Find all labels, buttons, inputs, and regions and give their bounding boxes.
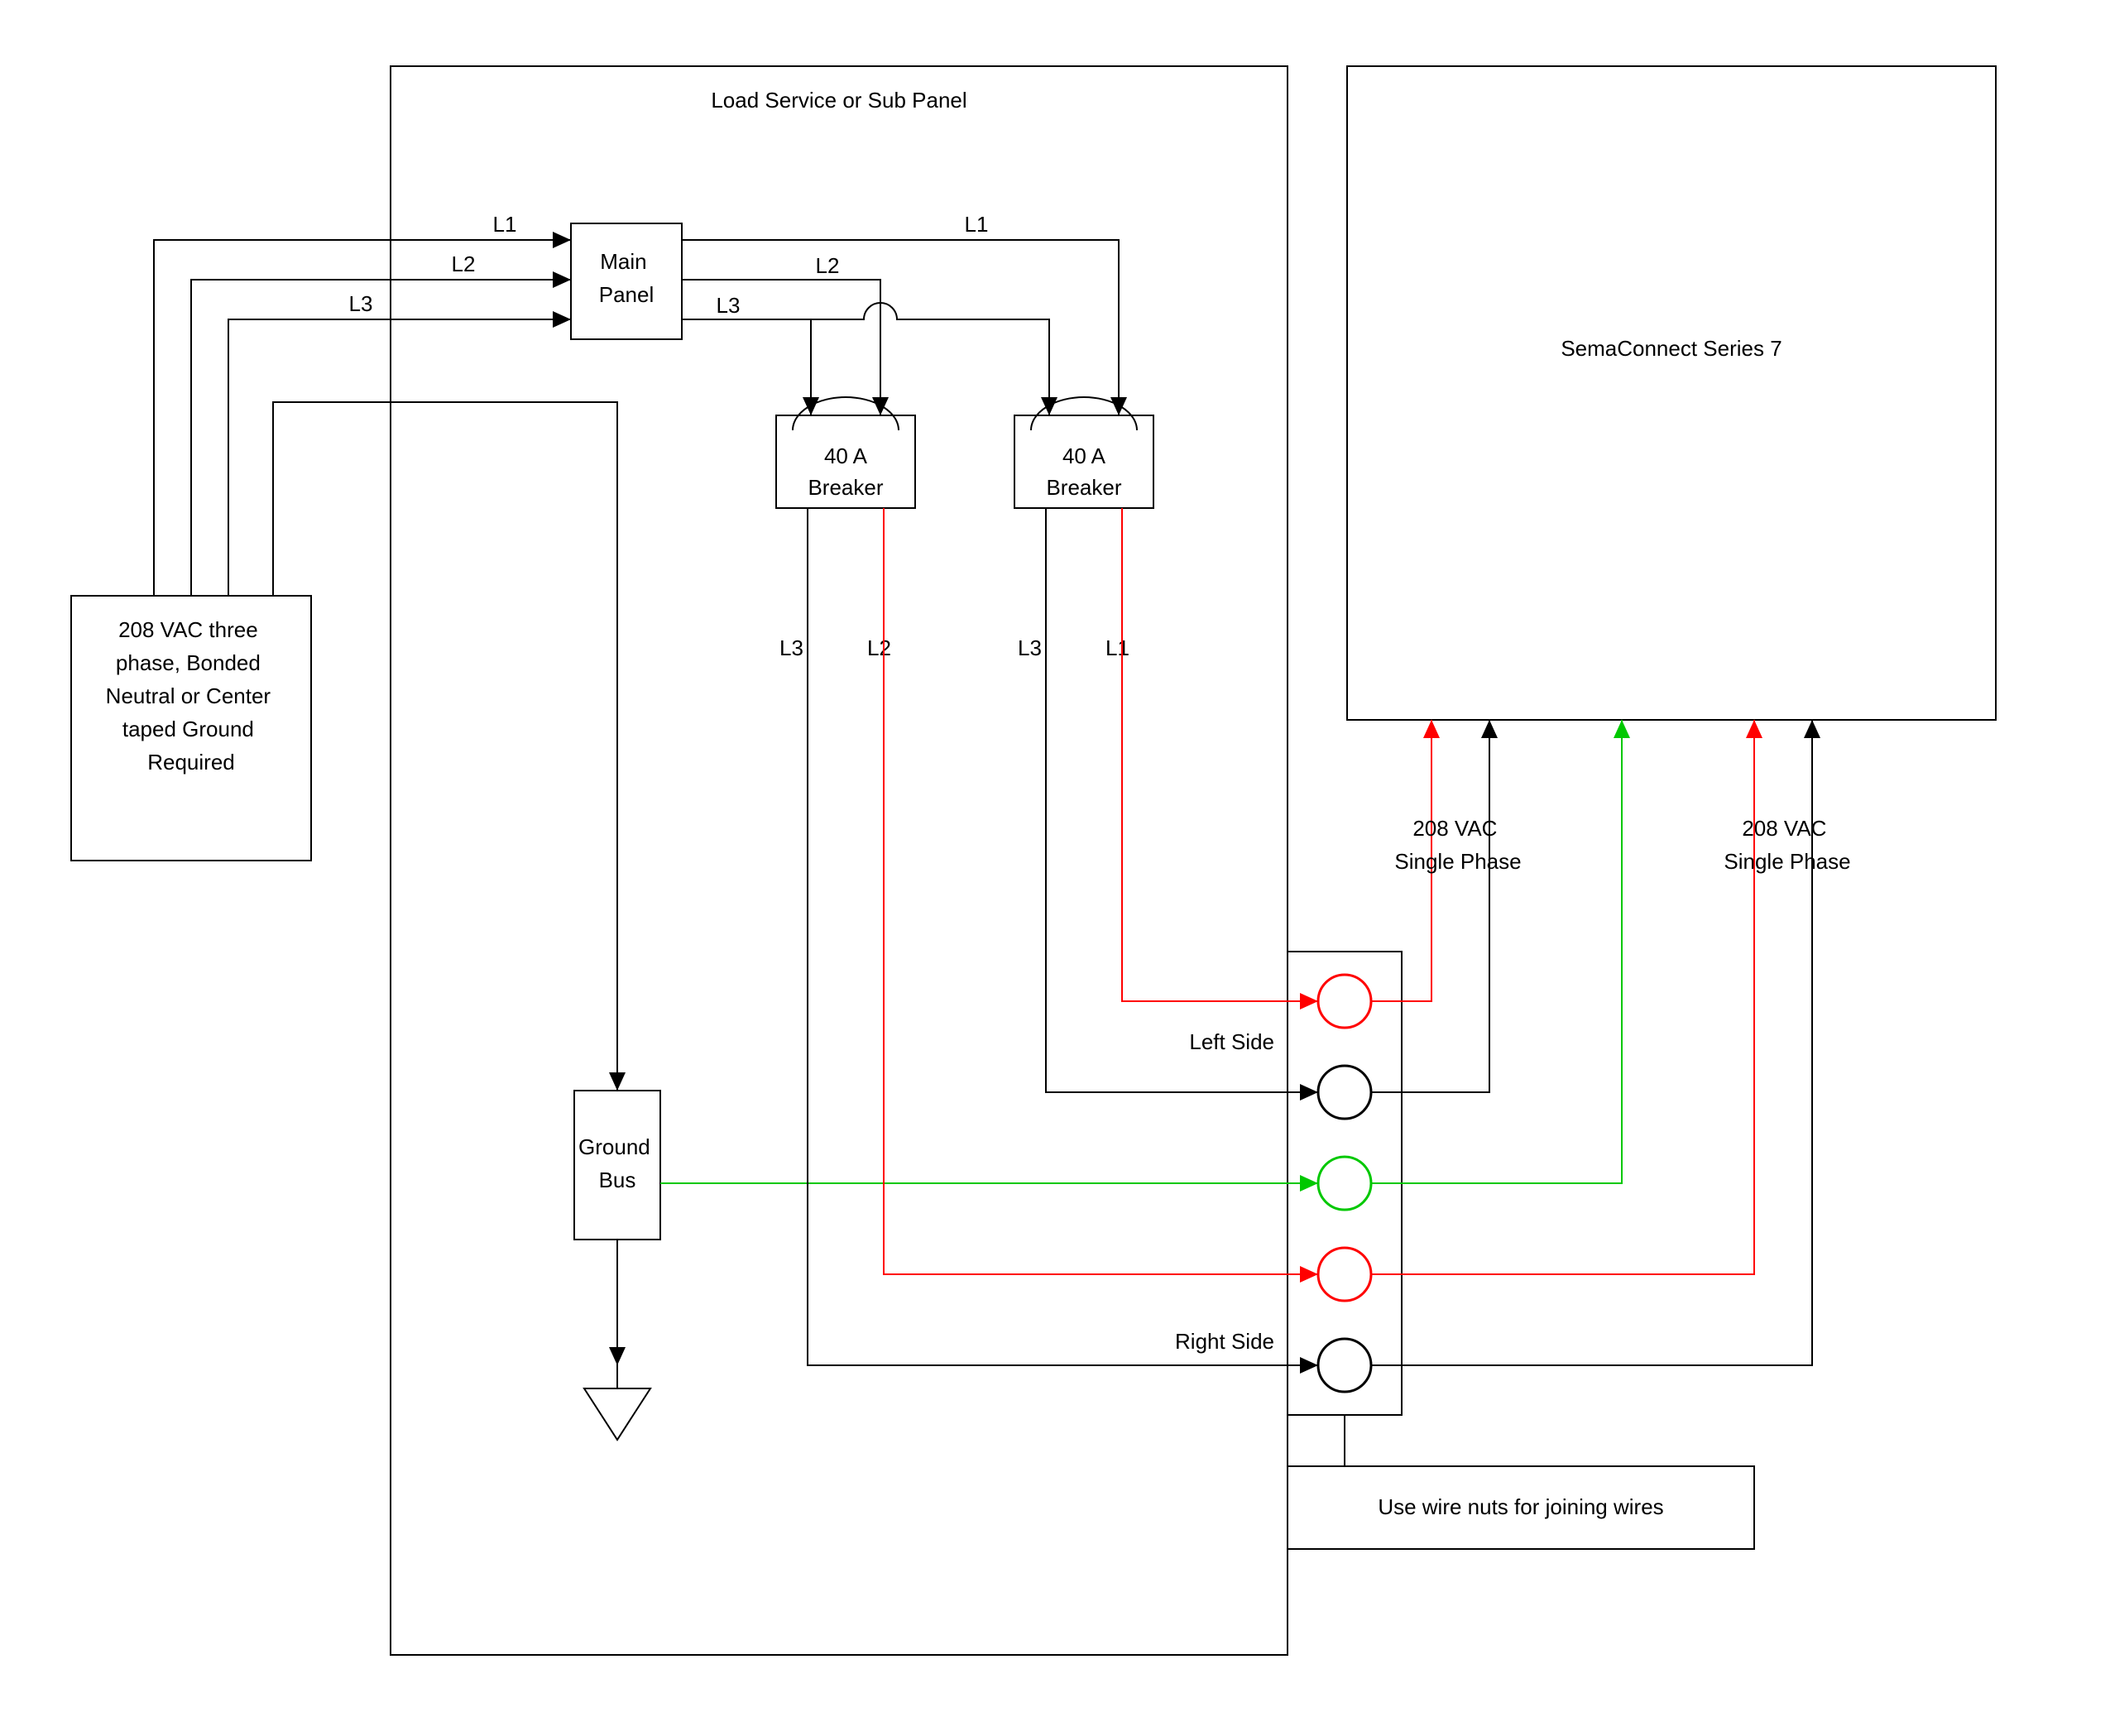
wire-L1-to-t1 xyxy=(1122,612,1318,1001)
b2-L1: L1 xyxy=(1105,635,1129,660)
wire-L2-out xyxy=(682,280,880,415)
breaker-1-line2: Breaker xyxy=(808,475,883,500)
ground-bus-box xyxy=(574,1091,660,1240)
wire-nuts-text: Use wire nuts for joining wires xyxy=(1378,1494,1663,1519)
terminal-4-red xyxy=(1318,1248,1371,1301)
wire-L3-out-b1 xyxy=(682,319,811,415)
source-box-text: 208 VAC three phase, Bonded Neutral or C… xyxy=(106,617,277,774)
terminal-5-black xyxy=(1318,1339,1371,1392)
breaker-2-line1: 40 A xyxy=(1062,444,1106,468)
label-L3-in: L3 xyxy=(349,291,373,316)
panel-title: Load Service or Sub Panel xyxy=(711,88,966,113)
wire-t3-up xyxy=(1371,720,1622,1183)
wire-L2-in xyxy=(191,280,571,596)
main-panel-box xyxy=(571,223,682,339)
device-title: SemaConnect Series 7 xyxy=(1561,336,1782,361)
terminal-3-green xyxy=(1318,1157,1371,1210)
sub-panel-box xyxy=(391,66,1288,1655)
wire-L2-to-t4 xyxy=(884,612,1318,1274)
main-panel-label: Main Panel xyxy=(599,249,655,307)
ground-bus-label: Ground Bus xyxy=(578,1134,656,1192)
wire-L3b2-to-t2 xyxy=(1046,612,1318,1092)
right-side-label: Right Side xyxy=(1175,1329,1274,1354)
label-L1-in: L1 xyxy=(493,212,517,237)
left-side-label: Left Side xyxy=(1189,1029,1274,1054)
wire-to-ground-bus xyxy=(273,402,617,1091)
terminal-2-black xyxy=(1318,1066,1371,1119)
b1-L3: L3 xyxy=(779,635,803,660)
wire-L3-in xyxy=(228,319,571,596)
vac-right: 208 VAC Single Phase xyxy=(1724,816,1850,874)
label-L2-in: L2 xyxy=(452,252,476,276)
label-L1-out: L1 xyxy=(965,212,989,237)
b2-L3: L3 xyxy=(1018,635,1042,660)
breaker-1-line1: 40 A xyxy=(824,444,868,468)
wire-t4-up xyxy=(1371,720,1754,1274)
wire-t2-up xyxy=(1371,720,1489,1092)
terminal-1-red xyxy=(1318,975,1371,1028)
label-L3-out: L3 xyxy=(717,293,741,318)
wire-L1-out xyxy=(682,240,1119,415)
b1-L2: L2 xyxy=(867,635,891,660)
wiring-diagram: Load Service or Sub Panel 208 VAC three … xyxy=(0,0,2110,1736)
vac-left: 208 VAC Single Phase xyxy=(1394,816,1521,874)
device-box xyxy=(1347,66,1996,720)
breaker-2-line2: Breaker xyxy=(1046,475,1121,500)
label-L2-out: L2 xyxy=(816,253,840,278)
